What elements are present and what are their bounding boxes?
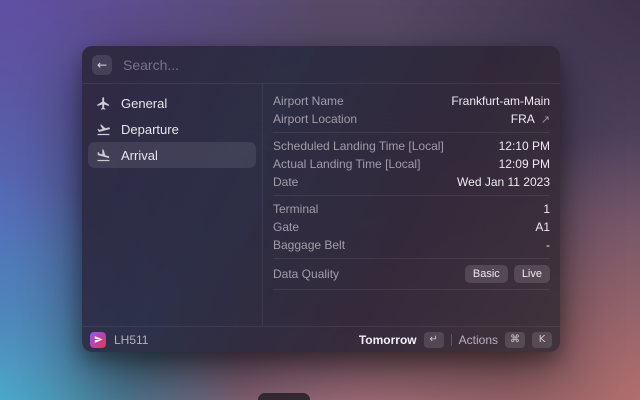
row-label: Gate (273, 220, 299, 234)
row-value: 1 (543, 202, 550, 216)
desktop-background: ← General Departure (0, 0, 640, 400)
plane-landing-icon (96, 148, 111, 163)
sidebar: General Departure Arrival (82, 84, 263, 326)
row-value: Frankfurt-am-Main (451, 94, 550, 108)
detail-row-scheduled-landing: Scheduled Landing Time [Local] 12:10 PM (273, 137, 550, 155)
back-arrow-icon: ← (97, 55, 107, 75)
row-label: Actual Landing Time [Local] (273, 157, 420, 171)
detail-row-airport-name: Airport Name Frankfurt-am-Main (273, 92, 550, 110)
flight-app-icon (90, 332, 106, 348)
detail-row-terminal: Terminal 1 (273, 200, 550, 218)
detail-section-gate: Terminal 1 Gate A1 Baggage Belt - (273, 196, 550, 258)
external-link-icon: ↗ (541, 113, 550, 126)
primary-action-label[interactable]: Tomorrow (359, 333, 417, 347)
detail-row-date: Date Wed Jan 11 2023 (273, 173, 550, 191)
tag-live: Live (514, 265, 550, 283)
row-label: Data Quality (273, 267, 339, 281)
row-value: 12:10 PM (499, 139, 550, 153)
airplane-icon (96, 96, 111, 111)
sidebar-item-label: Departure (121, 122, 179, 137)
row-label: Scheduled Landing Time [Local] (273, 139, 444, 153)
search-input[interactable] (123, 57, 550, 73)
enter-key-icon[interactable]: ↵ (424, 332, 444, 348)
row-label: Baggage Belt (273, 238, 345, 252)
k-key-icon[interactable]: K (532, 332, 552, 348)
row-value: Wed Jan 11 2023 (457, 175, 550, 189)
detail-row-actual-landing: Actual Landing Time [Local] 12:09 PM (273, 155, 550, 173)
window-body: General Departure Arrival (82, 84, 560, 326)
sidebar-item-label: Arrival (121, 148, 158, 163)
detail-row-data-quality: Data Quality Basic Live (273, 263, 550, 285)
row-label: Airport Location (273, 112, 357, 126)
sidebar-item-label: General (121, 96, 167, 111)
actions-menu-label[interactable]: Actions (459, 333, 498, 347)
quality-tags: Basic Live (465, 265, 550, 283)
row-value: 12:09 PM (499, 157, 550, 171)
footer-actions: Tomorrow ↵ Actions ⌘ K (359, 332, 552, 348)
row-label: Date (273, 175, 298, 189)
row-value-text: FRA (511, 112, 535, 126)
raycast-window: ← General Departure (82, 46, 560, 352)
detail-row-gate: Gate A1 (273, 218, 550, 236)
detail-section-airport: Airport Name Frankfurt-am-Main Airport L… (273, 88, 550, 132)
detail-section-times: Scheduled Landing Time [Local] 12:10 PM … (273, 133, 550, 195)
sidebar-item-departure[interactable]: Departure (88, 116, 256, 142)
divider (273, 289, 550, 290)
dock-hint (258, 393, 310, 400)
command-key-icon[interactable]: ⌘ (505, 332, 525, 348)
plane-takeoff-icon (96, 122, 111, 137)
flight-code: LH511 (114, 333, 148, 347)
detail-row-airport-location[interactable]: Airport Location FRA ↗ (273, 110, 550, 128)
footer-separator (451, 334, 452, 346)
detail-panel: Airport Name Frankfurt-am-Main Airport L… (263, 84, 560, 326)
sidebar-item-arrival[interactable]: Arrival (88, 142, 256, 168)
action-bar: LH511 Tomorrow ↵ Actions ⌘ K (82, 326, 560, 352)
tag-basic: Basic (465, 265, 508, 283)
row-value: A1 (535, 220, 550, 234)
detail-row-baggage-belt: Baggage Belt - (273, 236, 550, 254)
row-label: Terminal (273, 202, 318, 216)
row-label: Airport Name (273, 94, 344, 108)
search-header: ← (82, 46, 560, 84)
sidebar-item-general[interactable]: General (88, 90, 256, 116)
row-value: FRA ↗ (511, 112, 550, 126)
back-button[interactable]: ← (92, 55, 112, 75)
row-value: - (546, 238, 550, 252)
detail-section-quality: Data Quality Basic Live (273, 259, 550, 289)
